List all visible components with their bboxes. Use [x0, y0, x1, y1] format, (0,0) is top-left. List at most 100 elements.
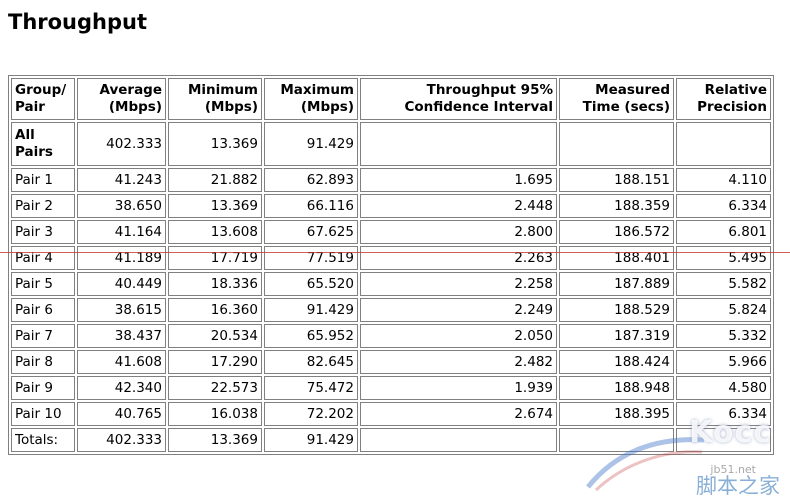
page-title: Throughput [8, 10, 148, 34]
cell-confidence: 2.249 [360, 298, 557, 322]
cell-label: Totals: [11, 428, 75, 452]
table-header-row: Group/ Pair Average (Mbps) Minimum (Mbps… [11, 78, 771, 120]
all-pairs-row: All Pairs 402.333 13.369 91.429 [11, 122, 771, 166]
cell-maximum: 91.429 [264, 298, 358, 322]
cell-measured [559, 428, 674, 452]
watermark-sub: 脚本之家 [696, 474, 780, 498]
table-row: Pair 4 41.189 17.719 77.519 2.263 188.40… [11, 246, 771, 270]
cell-precision: 5.332 [676, 324, 771, 348]
cell-precision: 5.582 [676, 272, 771, 296]
cell-measured: 188.359 [559, 194, 674, 218]
cell-measured [559, 122, 674, 166]
cell-confidence: 1.939 [360, 376, 557, 400]
cell-precision: 5.495 [676, 246, 771, 270]
cell-average: 40.449 [77, 272, 166, 296]
cell-measured: 187.319 [559, 324, 674, 348]
cell-precision: 6.334 [676, 194, 771, 218]
red-guide-line [0, 252, 790, 253]
cell-measured: 188.424 [559, 350, 674, 374]
header-group-pair: Group/ Pair [11, 78, 75, 120]
cell-maximum: 75.472 [264, 376, 358, 400]
cell-maximum: 65.952 [264, 324, 358, 348]
cell-precision [676, 428, 771, 452]
cell-label: Pair 3 [11, 220, 75, 244]
cell-minimum: 18.336 [168, 272, 262, 296]
cell-minimum: 17.290 [168, 350, 262, 374]
cell-measured: 186.572 [559, 220, 674, 244]
header-confidence-interval: Throughput 95% Confidence Interval [360, 78, 557, 120]
cell-confidence: 1.695 [360, 168, 557, 192]
cell-maximum: 77.519 [264, 246, 358, 270]
cell-average: 41.189 [77, 246, 166, 270]
cell-measured: 188.401 [559, 246, 674, 270]
cell-precision: 4.580 [676, 376, 771, 400]
cell-average: 42.340 [77, 376, 166, 400]
cell-minimum: 13.369 [168, 194, 262, 218]
cell-maximum: 91.429 [264, 122, 358, 166]
cell-confidence: 2.050 [360, 324, 557, 348]
header-minimum: Minimum (Mbps) [168, 78, 262, 120]
cell-minimum: 16.360 [168, 298, 262, 322]
cell-maximum: 67.625 [264, 220, 358, 244]
cell-label: Pair 2 [11, 194, 75, 218]
cell-measured: 187.889 [559, 272, 674, 296]
cell-confidence [360, 122, 557, 166]
table-row: Pair 5 40.449 18.336 65.520 2.258 187.88… [11, 272, 771, 296]
cell-minimum: 20.534 [168, 324, 262, 348]
cell-label: All Pairs [11, 122, 75, 166]
totals-row: Totals: 402.333 13.369 91.429 [11, 428, 771, 452]
cell-label: Pair 10 [11, 402, 75, 426]
cell-precision: 4.110 [676, 168, 771, 192]
cell-confidence: 2.800 [360, 220, 557, 244]
cell-maximum: 66.116 [264, 194, 358, 218]
cell-maximum: 72.202 [264, 402, 358, 426]
cell-label: Pair 5 [11, 272, 75, 296]
cell-average: 41.608 [77, 350, 166, 374]
cell-confidence [360, 428, 557, 452]
cell-minimum: 22.573 [168, 376, 262, 400]
table-row: Pair 9 42.340 22.573 75.472 1.939 188.94… [11, 376, 771, 400]
cell-label: Pair 6 [11, 298, 75, 322]
cell-precision: 5.824 [676, 298, 771, 322]
cell-measured: 188.529 [559, 298, 674, 322]
cell-maximum: 62.893 [264, 168, 358, 192]
header-relative-precision: Relative Precision [676, 78, 771, 120]
cell-precision: 5.966 [676, 350, 771, 374]
table-row: Pair 10 40.765 16.038 72.202 2.674 188.3… [11, 402, 771, 426]
cell-precision: 6.334 [676, 402, 771, 426]
cell-confidence: 2.258 [360, 272, 557, 296]
cell-measured: 188.151 [559, 168, 674, 192]
throughput-table: Group/ Pair Average (Mbps) Minimum (Mbps… [8, 75, 774, 455]
cell-confidence: 2.482 [360, 350, 557, 374]
cell-average: 38.437 [77, 324, 166, 348]
cell-confidence: 2.448 [360, 194, 557, 218]
cell-measured: 188.948 [559, 376, 674, 400]
cell-minimum: 13.369 [168, 122, 262, 166]
watermark-site: jb51.net [710, 463, 756, 476]
cell-minimum: 17.719 [168, 246, 262, 270]
cell-average: 402.333 [77, 428, 166, 452]
cell-label: Pair 4 [11, 246, 75, 270]
cell-label: Pair 8 [11, 350, 75, 374]
cell-average: 41.243 [77, 168, 166, 192]
cell-minimum: 21.882 [168, 168, 262, 192]
cell-maximum: 91.429 [264, 428, 358, 452]
cell-maximum: 82.645 [264, 350, 358, 374]
table-row: Pair 1 41.243 21.882 62.893 1.695 188.15… [11, 168, 771, 192]
header-average: Average (Mbps) [77, 78, 166, 120]
cell-minimum: 13.369 [168, 428, 262, 452]
cell-precision [676, 122, 771, 166]
cell-average: 38.650 [77, 194, 166, 218]
cell-maximum: 65.520 [264, 272, 358, 296]
header-maximum: Maximum (Mbps) [264, 78, 358, 120]
cell-label: Pair 7 [11, 324, 75, 348]
cell-measured: 188.395 [559, 402, 674, 426]
table-row: Pair 2 38.650 13.369 66.116 2.448 188.35… [11, 194, 771, 218]
cell-confidence: 2.263 [360, 246, 557, 270]
cell-average: 402.333 [77, 122, 166, 166]
cell-average: 38.615 [77, 298, 166, 322]
table-row: Pair 6 38.615 16.360 91.429 2.249 188.52… [11, 298, 771, 322]
cell-minimum: 13.608 [168, 220, 262, 244]
cell-label: Pair 9 [11, 376, 75, 400]
cell-confidence: 2.674 [360, 402, 557, 426]
